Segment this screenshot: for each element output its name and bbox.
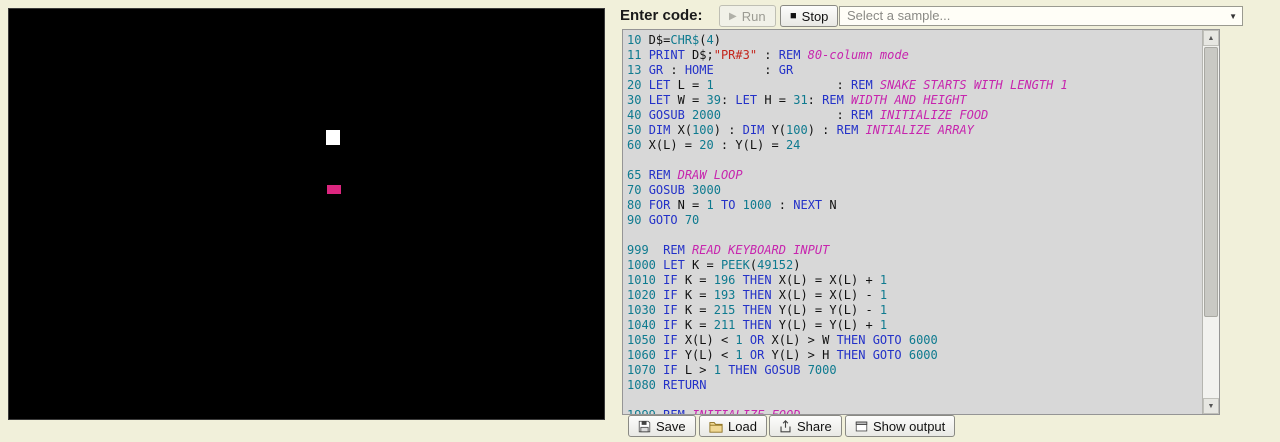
save-button[interactable]: Save xyxy=(628,415,696,437)
code-line: 1010 IF K = 196 THEN X(L) = X(L) + 1 xyxy=(627,273,1198,288)
code-line: 1050 IF X(L) < 1 OR X(L) > W THEN GOTO 6… xyxy=(627,333,1198,348)
code-line: 1070 IF L > 1 THEN GOSUB 7000 xyxy=(627,363,1198,378)
apple2-graphics-screen[interactable] xyxy=(8,8,605,420)
code-line: 80 FOR N = 1 TO 1000 : NEXT N xyxy=(627,198,1198,213)
editor-scrollbar[interactable]: ▲ ▼ xyxy=(1202,30,1219,414)
floppy-disk-icon xyxy=(638,420,651,433)
enter-code-label: Enter code: xyxy=(620,7,703,24)
code-line xyxy=(627,153,1198,168)
share-icon xyxy=(779,420,792,433)
code-line: 40 GOSUB 2000 : REM INITIALIZE FOOD xyxy=(627,108,1198,123)
load-button-label: Load xyxy=(728,419,757,434)
play-icon: ▶ xyxy=(729,11,737,22)
food-cell xyxy=(327,185,341,194)
sample-select[interactable]: Select a sample... ▼ xyxy=(839,6,1243,26)
snake-cell xyxy=(326,130,340,145)
code-line: 30 LET W = 39: LET H = 31: REM WIDTH AND… xyxy=(627,93,1198,108)
scroll-down-icon[interactable]: ▼ xyxy=(1203,398,1219,414)
stop-button[interactable]: ■ Stop xyxy=(780,5,838,27)
load-button[interactable]: Load xyxy=(699,415,767,437)
code-line: 11 PRINT D$;"PR#3" : REM 80-column mode xyxy=(627,48,1198,63)
sample-select-value: Select a sample... xyxy=(847,8,950,23)
code-line: 1999 REM INITIALIZE FOOD xyxy=(627,408,1198,414)
code-lines[interactable]: 10 D$=CHR$(4)11 PRINT D$;"PR#3" : REM 80… xyxy=(623,30,1202,414)
code-line: 13 GR : HOME : GR xyxy=(627,63,1198,78)
code-line: 60 X(L) = 20 : Y(L) = 24 xyxy=(627,138,1198,153)
code-line xyxy=(627,228,1198,243)
code-line: 1000 LET K = PEEK(49152) xyxy=(627,258,1198,273)
stop-button-label: Stop xyxy=(802,9,829,24)
stop-icon: ■ xyxy=(790,10,797,22)
scrollbar-thumb[interactable] xyxy=(1204,47,1218,317)
output-window-icon xyxy=(855,420,868,433)
scroll-up-icon[interactable]: ▲ xyxy=(1203,30,1219,46)
code-line: 1080 RETURN xyxy=(627,378,1198,393)
code-line: 20 LET L = 1 : REM SNAKE STARTS WITH LEN… xyxy=(627,78,1198,93)
code-editor[interactable]: 10 D$=CHR$(4)11 PRINT D$;"PR#3" : REM 80… xyxy=(622,29,1220,415)
folder-icon xyxy=(709,420,723,433)
share-button-label: Share xyxy=(797,419,832,434)
code-line: 1060 IF Y(L) < 1 OR Y(L) > H THEN GOTO 6… xyxy=(627,348,1198,363)
code-line: 90 GOTO 70 xyxy=(627,213,1198,228)
run-button[interactable]: ▶ Run xyxy=(719,5,776,27)
run-button-label: Run xyxy=(742,9,766,24)
code-line: 999 REM READ KEYBOARD INPUT xyxy=(627,243,1198,258)
share-button[interactable]: Share xyxy=(769,415,842,437)
show-output-button-label: Show output xyxy=(873,419,945,434)
code-line: 1040 IF K = 211 THEN Y(L) = Y(L) + 1 xyxy=(627,318,1198,333)
code-line: 1020 IF K = 193 THEN X(L) = X(L) - 1 xyxy=(627,288,1198,303)
show-output-button[interactable]: Show output xyxy=(845,415,955,437)
save-button-label: Save xyxy=(656,419,686,434)
code-line xyxy=(627,393,1198,408)
chevron-down-icon: ▼ xyxy=(1229,12,1237,21)
code-line: 1030 IF K = 215 THEN Y(L) = Y(L) - 1 xyxy=(627,303,1198,318)
code-line: 10 D$=CHR$(4) xyxy=(627,33,1198,48)
code-line: 50 DIM X(100) : DIM Y(100) : REM INTIALI… xyxy=(627,123,1198,138)
code-line: 65 REM DRAW LOOP xyxy=(627,168,1198,183)
code-line: 70 GOSUB 3000 xyxy=(627,183,1198,198)
